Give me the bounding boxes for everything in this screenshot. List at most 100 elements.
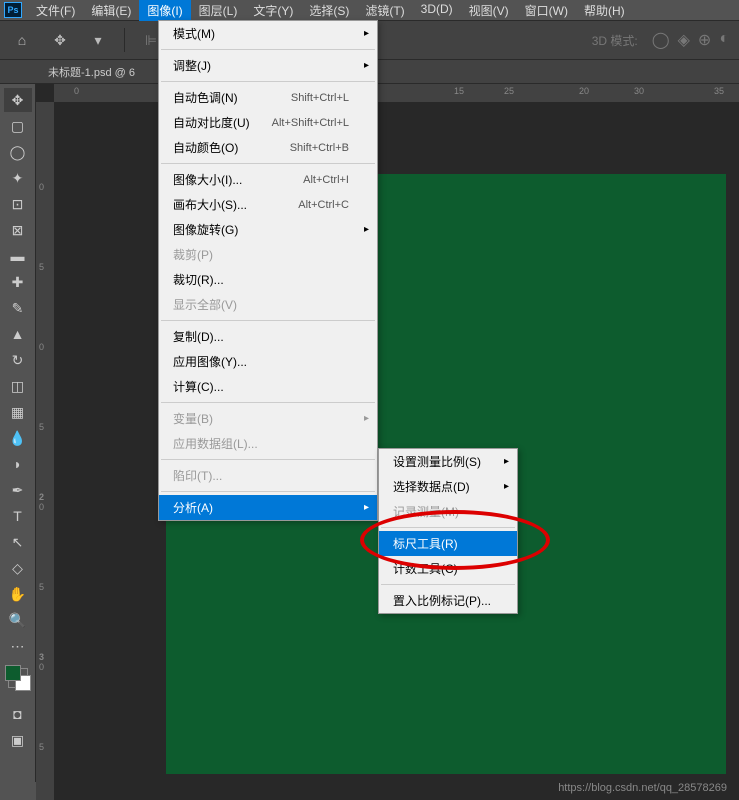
eyedropper-tool[interactable]: ▬ <box>4 244 32 268</box>
history-brush-tool[interactable]: ↻ <box>4 348 32 372</box>
image-menu-item-10[interactable]: 图像旋转(G) <box>159 217 377 242</box>
3d-zoom-icon[interactable]: ⊕ <box>698 30 711 50</box>
image-menu-item-17[interactable]: 计算(C)... <box>159 374 377 399</box>
image-menu-item-8[interactable]: 图像大小(I)...Alt+Ctrl+I <box>159 167 377 192</box>
crop-tool[interactable]: ⊡ <box>4 192 32 216</box>
image-menu-item-22: 陷印(T)... <box>159 463 377 488</box>
analysis-submenu: 设置测量比例(S) 选择数据点(D) 记录测量(M) 标尺工具(R) 计数工具(C) 置入… <box>378 448 518 614</box>
3d-orbit-icon[interactable]: ◯ <box>652 30 670 50</box>
separator <box>161 49 375 50</box>
3d-mode-label: 3D 模式: <box>592 32 638 49</box>
watermark: https://blog.csdn.net/qq_28578269 <box>558 782 727 794</box>
zoom-tool[interactable]: 🔍 <box>4 608 32 632</box>
wand-tool[interactable]: ✦ <box>4 166 32 190</box>
dodge-tool[interactable]: ◗ <box>4 452 32 476</box>
move-tool[interactable]: ✥ <box>4 88 32 112</box>
menu-图像[interactable]: 图像(I) <box>139 0 190 21</box>
menu-图层[interactable]: 图层(L) <box>191 0 246 21</box>
quick-mask[interactable]: ◘ <box>4 702 32 726</box>
hand-tool[interactable]: ✋ <box>4 582 32 606</box>
menu-item-label: 画布大小(S)... <box>173 196 247 213</box>
type-tool[interactable]: T <box>4 504 32 528</box>
image-menu-item-5[interactable]: 自动对比度(U)Alt+Shift+Ctrl+L <box>159 110 377 135</box>
brush-tool[interactable]: ✎ <box>4 296 32 320</box>
menu-item-label: 变量(B) <box>173 410 213 427</box>
ruler-horizontal: 05101520253035 <box>54 84 739 102</box>
image-menu-item-4[interactable]: 自动色调(N)Shift+Ctrl+L <box>159 85 377 110</box>
analysis-menu-item-1[interactable]: 选择数据点(D) <box>379 474 517 499</box>
image-menu-item-20: 应用数据组(L)... <box>159 431 377 456</box>
image-menu-item-6[interactable]: 自动颜色(O)Shift+Ctrl+B <box>159 135 377 160</box>
menu-item-label: 调整(J) <box>173 57 211 74</box>
screen-mode[interactable]: ▣ <box>4 728 32 752</box>
separator <box>161 491 375 492</box>
document-tab[interactable]: 未标题-1.psd @ 6 <box>48 64 135 80</box>
shape-tool[interactable]: ◇ <box>4 556 32 580</box>
foreground-color[interactable] <box>5 665 21 681</box>
menu-视图[interactable]: 视图(V) <box>461 0 517 21</box>
path-tool[interactable]: ↖ <box>4 530 32 554</box>
dropdown-icon[interactable]: ▾ <box>86 28 110 52</box>
analysis-menu-item-0[interactable]: 设置测量比例(S) <box>379 449 517 474</box>
menubar: Ps 文件(F)编辑(E)图像(I)图层(L)文字(Y)选择(S)滤镜(T)3D… <box>0 0 739 20</box>
image-menu-item-24[interactable]: 分析(A) <box>159 495 377 520</box>
3d-pan-icon[interactable]: ◈ <box>678 30 690 50</box>
lasso-tool[interactable]: ◯ <box>4 140 32 164</box>
analysis-menu-item-7[interactable]: 置入比例标记(P)... <box>379 588 517 613</box>
menu-帮助[interactable]: 帮助(H) <box>576 0 633 21</box>
separator <box>381 527 515 528</box>
image-menu-item-13: 显示全部(V) <box>159 292 377 317</box>
menu-item-label: 分析(A) <box>173 499 213 516</box>
menu-滤镜[interactable]: 滤镜(T) <box>357 0 412 21</box>
stamp-tool[interactable]: ▲ <box>4 322 32 346</box>
image-menu-dropdown: 模式(M) 调整(J) 自动色调(N)Shift+Ctrl+L自动对比度(U)Alt… <box>158 20 378 521</box>
shortcut: Alt+Ctrl+C <box>298 199 349 211</box>
edit-toolbar[interactable]: ⋯ <box>4 634 32 658</box>
analysis-menu-item-2: 记录测量(M) <box>379 499 517 524</box>
image-menu-item-12[interactable]: 裁切(R)... <box>159 267 377 292</box>
image-menu-item-9[interactable]: 画布大小(S)... Alt+Ctrl+C <box>159 192 377 217</box>
menu-item-label: 图像大小(I)... <box>173 171 242 188</box>
analysis-menu-item-4[interactable]: 标尺工具(R) <box>379 531 517 556</box>
menu-item-label: 标尺工具(R) <box>393 535 458 552</box>
menu-item-label: 陷印(T)... <box>173 467 222 484</box>
image-menu-item-0[interactable]: 模式(M) <box>159 21 377 46</box>
3d-roll-icon[interactable]: ◐ <box>719 30 729 50</box>
image-menu-item-16[interactable]: 应用图像(Y)... <box>159 349 377 374</box>
analysis-menu-item-5[interactable]: 计数工具(C) <box>379 556 517 581</box>
menu-item-label: 置入比例标记(P)... <box>393 592 491 609</box>
menu-编辑[interactable]: 编辑(E) <box>83 0 139 21</box>
shortcut: Shift+Ctrl+L <box>291 92 349 104</box>
frame-tool[interactable]: ⊠ <box>4 218 32 242</box>
menu-item-label: 记录测量(M) <box>393 503 459 520</box>
menu-窗口[interactable]: 窗口(W) <box>517 0 576 21</box>
menu-item-label: 模式(M) <box>173 25 215 42</box>
home-icon[interactable]: ⌂ <box>10 28 34 52</box>
shortcut: Alt+Shift+Ctrl+L <box>272 117 349 129</box>
menu-item-label: 计数工具(C) <box>393 560 458 577</box>
menu-item-label: 应用图像(Y)... <box>173 353 247 370</box>
heal-tool[interactable]: ✚ <box>4 270 32 294</box>
marquee-tool[interactable]: ▢ <box>4 114 32 138</box>
menu-文件[interactable]: 文件(F) <box>28 0 83 21</box>
menu-item-label: 自动颜色(O) <box>173 139 238 156</box>
eraser-tool[interactable]: ◫ <box>4 374 32 398</box>
image-menu-item-2[interactable]: 调整(J) <box>159 53 377 78</box>
pen-tool[interactable]: ✒ <box>4 478 32 502</box>
image-menu-item-19: 变量(B) <box>159 406 377 431</box>
menu-文字[interactable]: 文字(Y) <box>245 0 301 21</box>
menu-3d[interactable]: 3D(D) <box>413 0 461 21</box>
ruler-vertical: 0505050523 <box>36 102 54 800</box>
separator <box>381 584 515 585</box>
blur-tool[interactable]: 💧 <box>4 426 32 450</box>
move-tool-icon[interactable]: ✥ <box>48 28 72 52</box>
gradient-tool[interactable]: ▦ <box>4 400 32 424</box>
menu-选择[interactable]: 选择(S) <box>301 0 357 21</box>
color-swatches[interactable] <box>8 668 28 688</box>
image-menu-item-15[interactable]: 复制(D)... <box>159 324 377 349</box>
separator <box>161 402 375 403</box>
separator <box>161 459 375 460</box>
separator <box>161 163 375 164</box>
menu-item-label: 应用数据组(L)... <box>173 435 258 452</box>
menu-item-label: 设置测量比例(S) <box>393 453 481 470</box>
